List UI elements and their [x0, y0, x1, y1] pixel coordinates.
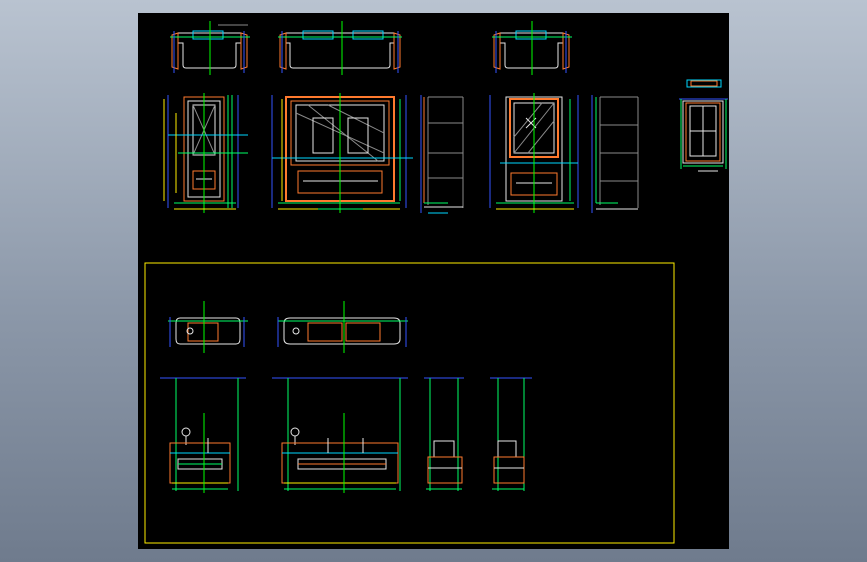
detail-tag: [686, 79, 722, 88]
lower-elevation-2: [272, 377, 408, 493]
detail-sheet-frame: [144, 262, 675, 544]
lower-section-3: [424, 377, 464, 491]
elevation-b: [271, 93, 413, 213]
plan-view-2: [278, 21, 402, 75]
lower-elevation-1: [160, 377, 246, 493]
lower-plan-2: [277, 301, 408, 353]
cad-model-space[interactable]: [138, 13, 729, 549]
lower-plan-1: [168, 301, 248, 353]
elevation-d: [489, 93, 579, 213]
section-e: [591, 95, 639, 213]
section-c: [420, 95, 464, 214]
window-detail: [679, 98, 728, 172]
cad-drawing: [144, 21, 728, 544]
plan-view-3: [492, 21, 572, 75]
lower-section-4: [490, 377, 532, 491]
plan-view-1: [170, 21, 250, 75]
elevation-a: [163, 93, 248, 213]
